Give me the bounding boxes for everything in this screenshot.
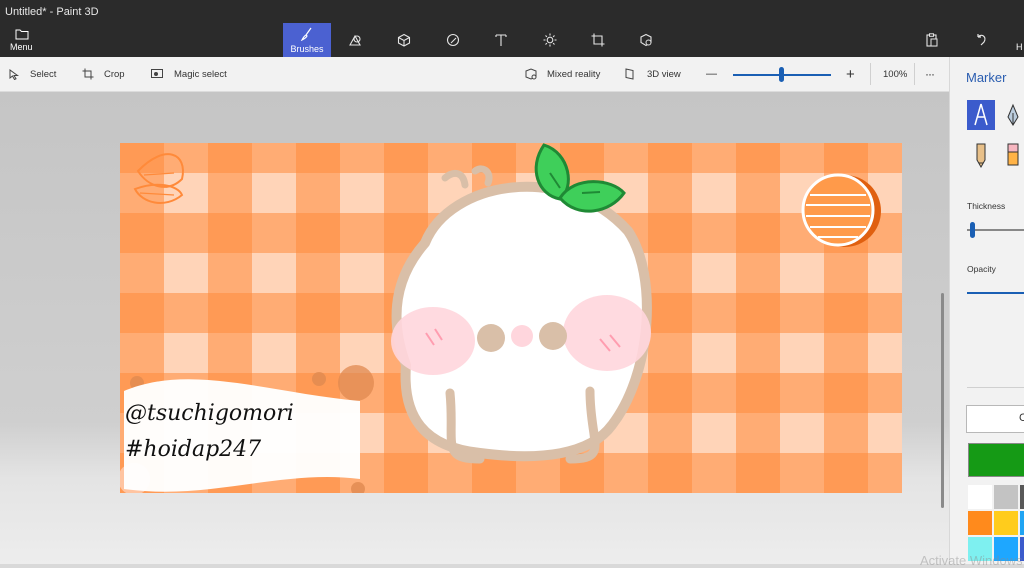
brush-eraser[interactable] [999,140,1024,170]
tool-3d-shapes[interactable] [380,23,428,57]
3d-view-label: 3D view [647,68,681,80]
mixed-reality-button[interactable]: Mixed reality [525,57,600,91]
select-button[interactable]: Select [9,57,56,91]
sticker-icon [446,33,460,47]
brush-icon [300,27,312,41]
tool-stickers[interactable] [429,23,477,57]
magic-select-button[interactable]: Magic select [151,57,227,91]
add-color-button[interactable]: C [966,405,1024,433]
magic-select-icon [151,68,163,78]
striped-ball-icon [801,173,881,247]
more-options-button[interactable]: ··· [925,57,935,91]
3d-view-icon [625,68,634,80]
brush-pencil[interactable] [967,140,995,170]
tool-2d-shapes[interactable] [331,23,379,57]
menu-label: Menu [10,42,33,52]
tool-brushes-label: Brushes [290,44,324,54]
zoom-level[interactable]: 100% [883,57,907,91]
window-title: Untitled* - Paint 3D [5,6,99,18]
3d-library-icon [640,33,652,47]
canvas-text-hashtag[interactable]: #hoidap247 [125,437,261,462]
add-color-label: C [1019,412,1024,424]
tool-3d-library[interactable] [622,23,670,57]
history-label-fragment[interactable]: H [1016,42,1023,52]
paste-icon [926,33,938,47]
crop-icon [82,68,94,80]
tool-brushes[interactable]: Brushes [283,23,331,57]
tool-options-bar: Select Crop Magic select Mixed reality 3… [0,57,949,92]
tool-text[interactable] [477,23,525,57]
current-color-swatch[interactable] [968,443,1024,477]
canvas-text-username[interactable]: @tsuchigomori [125,401,294,426]
3d-cube-icon [397,33,411,47]
opacity-slider[interactable] [967,292,1024,294]
brush-side-panel: Marker Thickness Opacity C [949,57,1024,564]
tool-effects[interactable] [526,23,574,57]
mixed-reality-label: Mixed reality [547,68,601,80]
zoom-slider-thumb[interactable] [779,67,784,82]
activate-windows-watermark: Activate Windows [920,553,1023,568]
panel-divider [967,387,1024,388]
marker-icon [974,103,988,126]
eraser-icon [1007,143,1019,166]
effects-icon [543,33,557,47]
thickness-label: Thickness [967,201,1006,211]
vertical-scrollbar[interactable] [941,293,944,508]
undo-icon [977,34,986,46]
calligraphy-pen-icon [1007,103,1019,126]
title-bar: Untitled* - Paint 3D Menu Brushes H [0,0,1024,57]
color-swatch[interactable] [968,485,992,509]
menu-button[interactable]: Menu [6,27,40,55]
zoom-out-button[interactable]: — [706,57,717,91]
color-swatch[interactable] [968,511,992,535]
toolbar-divider [914,63,915,85]
drawing-canvas[interactable]: @tsuchigomori #hoidap247 [120,143,902,493]
paste-button[interactable] [925,33,939,52]
tool-canvas[interactable] [574,23,622,57]
zoom-in-button[interactable]: + [846,57,855,91]
leaf-outline-icon [133,153,184,204]
folder-icon [15,29,29,40]
color-swatch[interactable] [1020,511,1024,535]
text-icon [495,34,507,46]
color-swatch[interactable] [1020,485,1024,509]
brush-marker[interactable] [967,100,995,130]
color-swatch[interactable] [994,511,1018,535]
panel-title: Marker [966,70,1007,85]
3d-view-button[interactable]: 3D view [625,57,681,91]
undo-button[interactable] [974,33,988,52]
brush-calligraphy-pen[interactable] [999,100,1024,130]
crop-button[interactable]: Crop [82,57,125,91]
2d-shapes-icon [349,34,361,46]
pencil-icon [976,143,986,168]
opacity-label: Opacity [967,264,996,274]
toolbar-divider [870,63,871,85]
select-cursor-icon [9,68,20,80]
crop-label: Crop [104,68,125,80]
canvas-icon [591,33,605,47]
mochi-character-drawing [391,165,652,464]
magic-select-label: Magic select [174,68,227,80]
thickness-slider-thumb[interactable] [970,222,975,238]
select-label: Select [30,68,57,80]
mixed-reality-icon [525,68,537,80]
text-banner [124,379,360,492]
color-swatch[interactable] [994,485,1018,509]
thickness-slider-track[interactable] [967,229,1024,231]
workspace: @tsuchigomori #hoidap247 [0,92,949,564]
